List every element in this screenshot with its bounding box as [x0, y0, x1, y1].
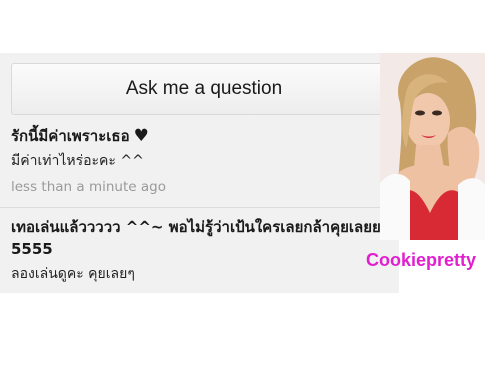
question-item: รักนี้มีค่าเพราะเธอ ♥ มีค่าเท่าไหร่อะคะ ^… — [11, 125, 391, 197]
answer-text: ลองเล่นดูคะ คุยเลยๆ — [11, 266, 135, 282]
question-title: รักนี้มีค่าเพราะเธอ ♥ — [11, 125, 391, 147]
heart-icon: ♥ — [133, 126, 149, 146]
answer-text: มีค่าเท่าไหร่อะคะ ^^ — [11, 153, 144, 169]
question-title-text: รักนี้มีค่าเพราะเธอ — [11, 127, 130, 145]
ask-question-button[interactable]: Ask me a question — [11, 63, 397, 115]
screen: Ask me a question รักนี้มีค่าเพราะเธอ ♥ ม… — [0, 0, 500, 375]
timestamp: less than a minute ago — [11, 179, 166, 195]
question-title: เทอเล่นแล้ววววว ^^~ พอไม่รู้ว่าเป้นใครเล… — [11, 218, 381, 258]
profile-name: Cookiepretty — [366, 250, 477, 270]
question-item: เทอเล่นแล้ววววว ^^~ พอไม่รู้ว่าเป้นใครเล… — [11, 216, 391, 285]
divider — [0, 207, 399, 208]
question-feed: Ask me a question รักนี้มีค่าเพราะเธอ ♥ ม… — [0, 53, 399, 293]
profile-photo — [380, 53, 485, 240]
